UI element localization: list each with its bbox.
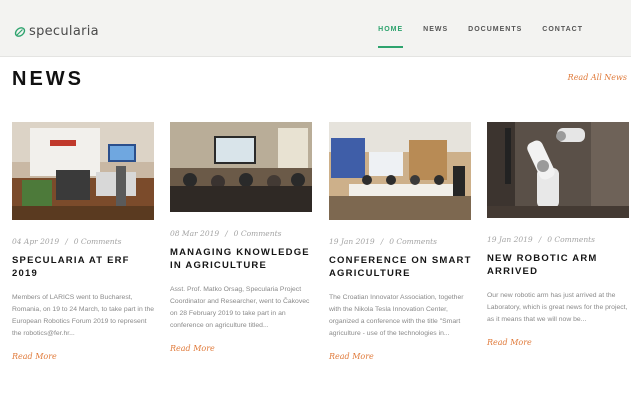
post-meta: 19 Jan 2019 / 0 Comments — [329, 237, 472, 246]
post-date: 04 Apr 2019 — [12, 237, 60, 246]
meta-separator: / — [225, 229, 228, 238]
post-meta: 19 Jan 2019 / 0 Comments — [487, 235, 630, 244]
comments-link[interactable]: 0 Comments — [547, 235, 595, 244]
post-title[interactable]: NEW ROBOTIC ARM ARRIVED — [487, 252, 630, 278]
nav-item-documents[interactable]: DOCUMENTS — [468, 26, 522, 33]
meta-separator: / — [380, 237, 384, 246]
post-meta: 04 Apr 2019 / 0 Comments — [12, 237, 155, 246]
news-card: 08 Mar 2019 / 0 Comments MANAGING KNOWLEDG… — [170, 122, 313, 356]
news-card: 19 Jan 2019 / 0 Comments CONFERENCE ON SMA… — [329, 122, 472, 364]
post-image-erf-booth[interactable] — [12, 122, 154, 220]
post-date: 19 Jan 2019 — [487, 235, 533, 244]
news-card: 04 Apr 2019 / 0 Comments SPECULARIA AT ERF… — [12, 122, 155, 364]
nav-item-news[interactable]: NEWS — [423, 26, 448, 33]
meta-separator: / — [65, 237, 68, 246]
nav-item-contact[interactable]: CONTACT — [542, 26, 583, 33]
read-more-link[interactable]: Read More — [329, 352, 374, 361]
read-more-link[interactable]: Read More — [170, 344, 215, 353]
brand-name: specularia — [29, 24, 99, 39]
post-excerpt: Members of LARICS went to Bucharest, Rom… — [12, 294, 155, 337]
nav-item-home[interactable]: HOME — [378, 26, 404, 48]
meta-separator: / — [538, 235, 542, 244]
post-title[interactable]: CONFERENCE ON SMART AGRICULTURE — [329, 254, 472, 280]
site-logo[interactable]: specularia — [14, 24, 99, 39]
post-excerpt: The Croatian Innovator Association, toge… — [329, 294, 464, 337]
read-more-link[interactable]: Read More — [487, 338, 532, 347]
site-header: specularia HOME NEWS DOCUMENTS CONTACT — [0, 0, 631, 57]
post-date: 19 Jan 2019 — [329, 237, 375, 246]
post-image-panel-discussion[interactable] — [329, 122, 471, 220]
comments-link[interactable]: 0 Comments — [389, 237, 437, 246]
post-excerpt: Asst. Prof. Matko Orsag, Specularia Proj… — [170, 286, 310, 329]
read-more-link[interactable]: Read More — [12, 352, 57, 361]
comments-link[interactable]: 0 Comments — [234, 229, 282, 238]
post-image-robotic-arm[interactable] — [487, 122, 629, 218]
post-date: 08 Mar 2019 — [170, 229, 220, 238]
post-image-conference-room[interactable] — [170, 122, 312, 212]
leaf-icon — [14, 26, 26, 37]
post-title[interactable]: SPECULARIA AT ERF 2019 — [12, 254, 155, 280]
news-card: 19 Jan 2019 / 0 Comments NEW ROBOTIC ARM A… — [487, 122, 630, 350]
post-excerpt: Our new robotic arm has just arrived at … — [487, 292, 628, 323]
main-nav: HOME NEWS DOCUMENTS CONTACT — [358, 26, 583, 48]
comments-link[interactable]: 0 Comments — [74, 237, 122, 246]
post-title[interactable]: MANAGING KNOWLEDGE IN AGRICULTURE — [170, 246, 313, 272]
post-meta: 08 Mar 2019 / 0 Comments — [170, 229, 313, 238]
page-title: NEWS — [12, 68, 84, 90]
read-all-news-link[interactable]: Read All News — [568, 73, 627, 82]
